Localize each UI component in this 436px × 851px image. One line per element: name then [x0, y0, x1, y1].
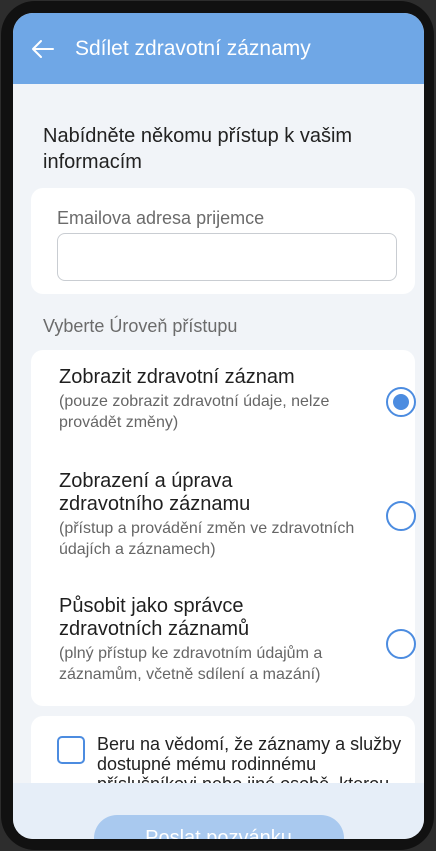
app-bar: Sdílet zdravotní záznamy	[13, 13, 424, 84]
bottom-action-bar: Poslat pozvánku	[13, 783, 424, 839]
email-field[interactable]	[57, 233, 397, 281]
access-option-admin[interactable]: Působit jako správce zdravotních záznamů…	[59, 595, 409, 685]
intro-text: Nabídněte někomu přístup k vašim informa…	[43, 125, 353, 173]
radio-edit[interactable]	[386, 501, 416, 531]
device-frame: Sdílet zdravotní záznamy Nabídněte někom…	[1, 1, 434, 850]
option-title: Zobrazení a úprava zdravotního záznamu	[59, 470, 251, 515]
app-screen: Sdílet zdravotní záznamy Nabídněte někom…	[13, 13, 424, 839]
consent-checkbox[interactable]	[57, 736, 85, 764]
email-card: Emailova adresa prijemce	[31, 188, 415, 294]
option-description: (plný přístup ke zdravotním údajům a záz…	[59, 645, 323, 683]
option-description: (přístup a provádění změn ve zdravotních…	[59, 520, 355, 558]
send-invitation-button[interactable]: Poslat pozvánku	[93, 815, 344, 839]
option-title: Zobrazit zdravotní záznam	[59, 366, 295, 388]
access-option-edit[interactable]: Zobrazení a úprava zdravotního záznamu (…	[59, 470, 409, 560]
access-option-view[interactable]: Zobrazit zdravotní záznam (pouze zobrazi…	[59, 366, 409, 433]
back-button[interactable]	[13, 13, 73, 84]
option-description: (pouze zobrazit zdravotní údaje, nelze p…	[59, 393, 330, 431]
option-title: Působit jako správce zdravotních záznamů	[59, 595, 250, 640]
radio-selected-dot	[393, 394, 409, 410]
arrow-left-icon	[32, 39, 54, 58]
radio-view[interactable]	[386, 387, 416, 417]
access-level-label: Vyberte Úroveň přístupu	[43, 316, 238, 336]
access-options-card: Zobrazit zdravotní záznam (pouze zobrazi…	[31, 350, 416, 706]
email-label: Emailova adresa prijemce	[57, 208, 265, 228]
page-title: Sdílet zdravotní záznamy	[75, 36, 311, 60]
radio-admin[interactable]	[386, 629, 416, 659]
